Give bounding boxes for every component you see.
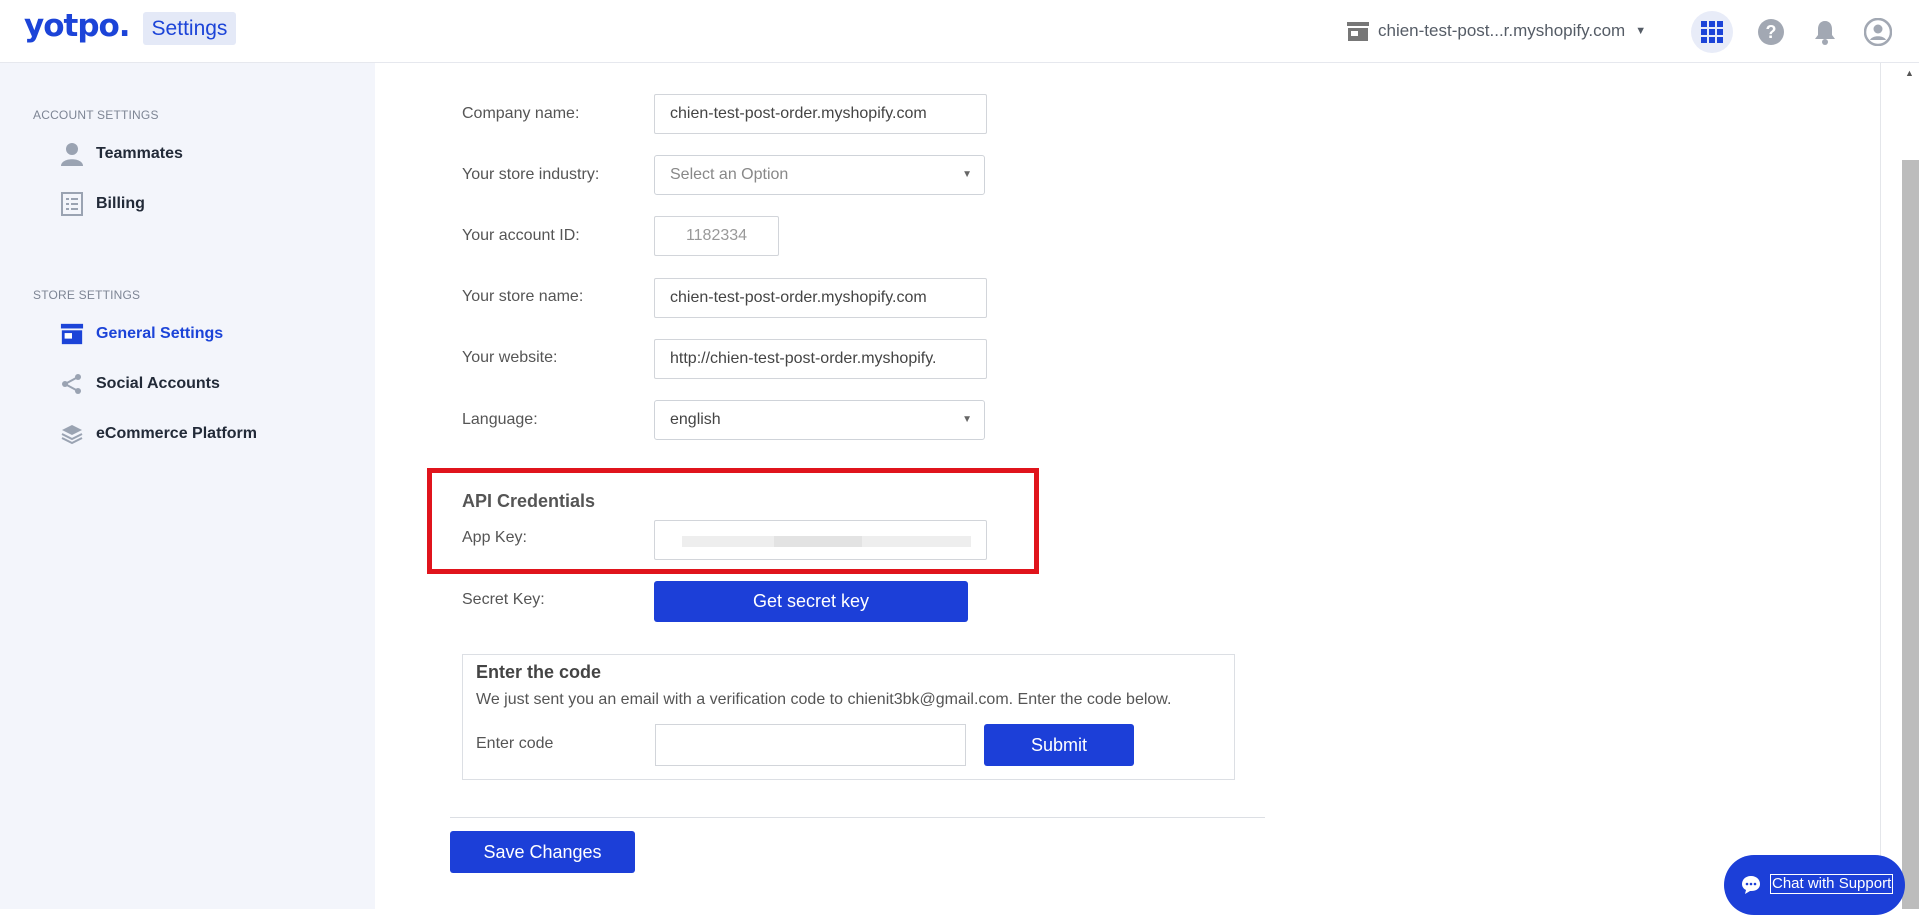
apps-grid-icon[interactable] xyxy=(1691,11,1733,53)
sidebar: ACCOUNT SETTINGS Teammates Billing STORE… xyxy=(0,63,375,909)
chat-button-label: Chat with Support xyxy=(1770,874,1894,894)
store-name: chien-test-post...r.myshopify.com xyxy=(1378,21,1626,40)
app-key-label: App Key: xyxy=(462,529,527,546)
api-credentials-title: API Credentials xyxy=(462,491,596,511)
divider xyxy=(450,817,1265,818)
store-name-input[interactable]: chien-test-post-order.myshopify.com xyxy=(654,278,987,318)
sidebar-item-label: Social Accounts xyxy=(96,375,220,392)
share-icon xyxy=(60,372,84,396)
chat-bubble-icon xyxy=(1742,876,1760,894)
verification-code-box: Enter the code We just sent you an email… xyxy=(462,654,1235,780)
user-icon[interactable] xyxy=(1859,13,1897,51)
bell-icon[interactable] xyxy=(1806,13,1844,51)
store-name-label: Your store name: xyxy=(462,288,584,305)
chevron-down-icon: ▼ xyxy=(1635,25,1647,37)
store-settings-label: STORE SETTINGS xyxy=(33,288,141,302)
language-label: Language: xyxy=(462,411,538,428)
yotpo-logo[interactable]: yotpo. xyxy=(24,8,131,44)
list-icon xyxy=(60,192,84,216)
verification-message: We just sent you an email with a verific… xyxy=(476,691,1172,708)
store-industry-label: Your store industry: xyxy=(462,166,600,183)
account-id-field: 1182334 xyxy=(654,216,779,256)
secret-key-label: Secret Key: xyxy=(462,591,545,608)
account-settings-label: ACCOUNT SETTINGS xyxy=(33,108,159,122)
sidebar-item-billing[interactable]: Billing xyxy=(60,189,145,219)
masked-key-segment xyxy=(862,536,971,547)
enter-code-title: Enter the code xyxy=(476,662,602,682)
enter-code-label: Enter code xyxy=(476,735,554,752)
scrollbar-thumb[interactable] xyxy=(1902,160,1919,909)
language-select[interactable]: english ▼ xyxy=(654,400,985,440)
store-industry-select[interactable]: Select an Option ▼ xyxy=(654,155,985,195)
sidebar-item-label: General Settings xyxy=(96,325,224,342)
sidebar-item-label: eCommerce Platform xyxy=(96,425,257,442)
dropdown-arrow-icon: ▼ xyxy=(962,414,972,425)
store-icon xyxy=(1347,22,1369,41)
account-id-label: Your account ID: xyxy=(462,227,580,244)
store-icon xyxy=(60,322,84,346)
store-industry-value: Select an Option xyxy=(670,166,789,183)
sidebar-item-label: Teammates xyxy=(96,145,183,162)
submit-button[interactable]: Submit xyxy=(984,724,1134,766)
app-key-field xyxy=(654,520,987,560)
website-input[interactable]: http://chien-test-post-order.myshopify. xyxy=(654,339,987,379)
person-icon xyxy=(60,142,84,166)
svg-text:?: ? xyxy=(1766,22,1777,42)
get-secret-key-button[interactable]: Get secret key xyxy=(654,581,968,622)
scroll-up-arrow-icon[interactable]: ▲ xyxy=(1905,68,1914,78)
website-label: Your website: xyxy=(462,349,558,366)
top-bar: yotpo. Settings chien-test-post...r.mysh… xyxy=(0,0,1919,63)
sidebar-item-teammates[interactable]: Teammates xyxy=(60,139,183,169)
code-input[interactable] xyxy=(655,724,966,766)
masked-key-segment xyxy=(774,536,862,547)
scrollbar-border xyxy=(1880,63,1881,909)
layers-icon xyxy=(60,422,84,446)
company-name-input[interactable]: chien-test-post-order.myshopify.com xyxy=(654,94,987,134)
masked-key-segment xyxy=(682,536,774,547)
store-switcher[interactable]: chien-test-post...r.myshopify.com ▼ xyxy=(1346,18,1646,44)
sidebar-item-label: Billing xyxy=(96,195,145,212)
dropdown-arrow-icon: ▼ xyxy=(962,169,972,180)
save-changes-button[interactable]: Save Changes xyxy=(450,831,635,873)
app-name-badge: Settings xyxy=(143,12,236,45)
sidebar-item-general-settings[interactable]: General Settings xyxy=(60,319,223,349)
language-value: english xyxy=(670,411,721,428)
company-name-label: Company name: xyxy=(462,105,580,122)
sidebar-item-social-accounts[interactable]: Social Accounts xyxy=(60,369,220,399)
sidebar-item-ecommerce-platform[interactable]: eCommerce Platform xyxy=(60,419,257,449)
chat-with-support-button[interactable]: Chat with Support xyxy=(1724,855,1905,915)
help-icon[interactable]: ? xyxy=(1752,13,1790,51)
